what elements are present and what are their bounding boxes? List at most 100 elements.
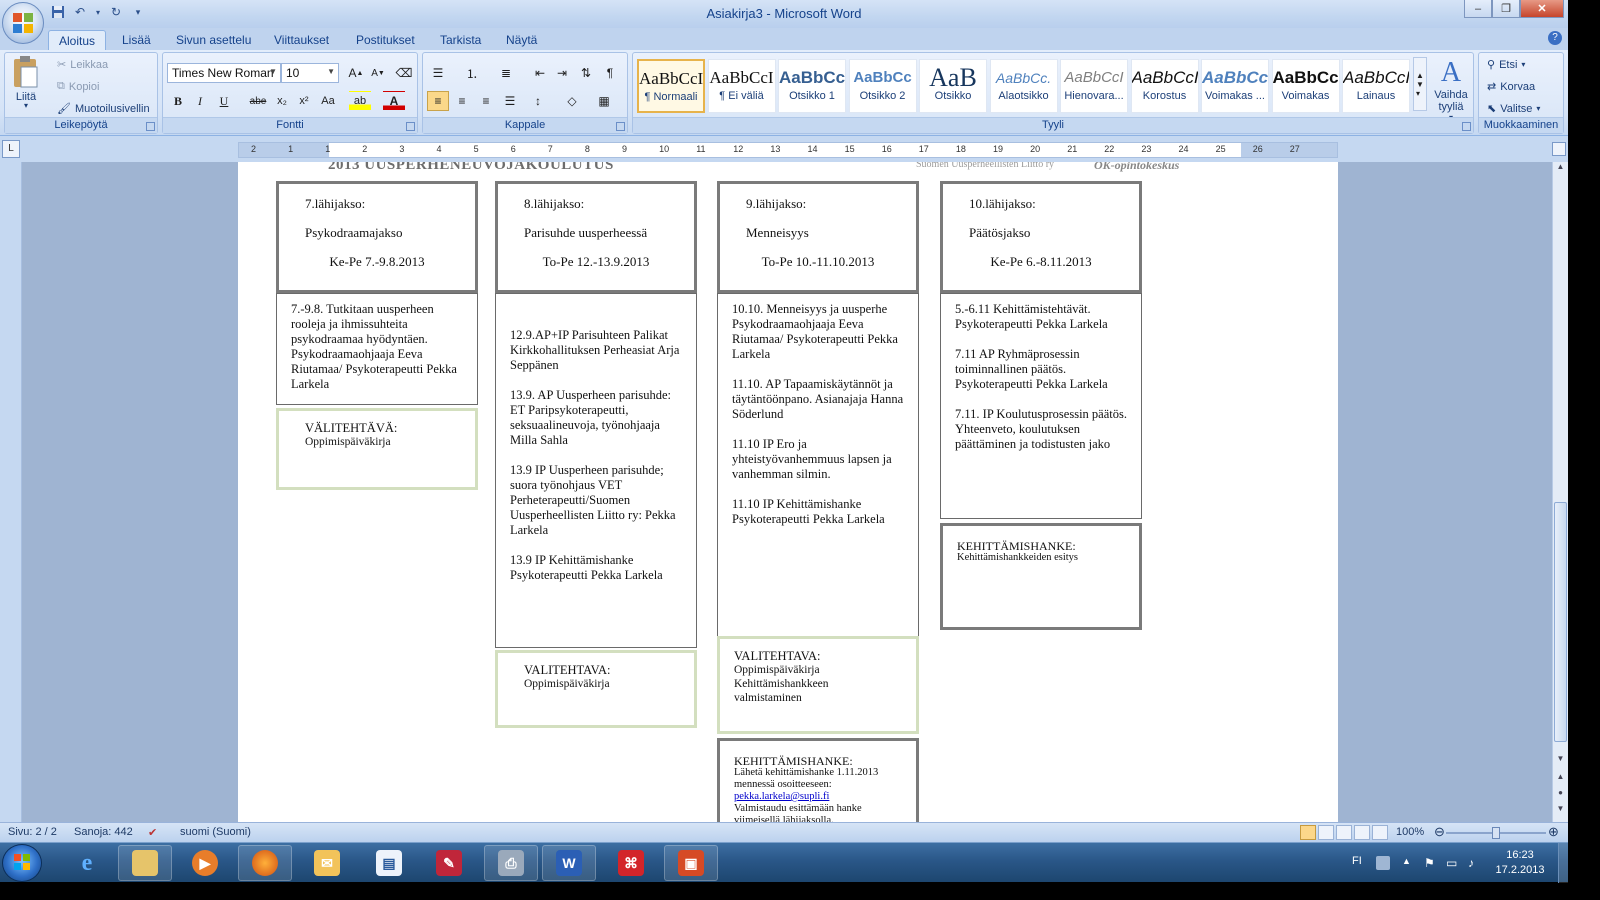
office-button[interactable]	[2, 2, 44, 44]
view-ruler-icon[interactable]	[1552, 142, 1566, 156]
style-item[interactable]: AaBbCcI ¶ Normaali	[637, 59, 705, 113]
style-item[interactable]: AaBbCcI Hienovara...	[1060, 59, 1128, 113]
maximize-button[interactable]: ❐	[1492, 0, 1520, 18]
underline-button[interactable]: U	[213, 91, 235, 111]
word-count[interactable]: Sanoja: 442	[74, 826, 133, 838]
tab-sivun-asettelu[interactable]: Sivun asettelu	[166, 30, 261, 50]
pdf-reader-taskbar-item[interactable]: ⌘	[604, 845, 658, 881]
network-icon[interactable]: ▭	[1446, 856, 1460, 870]
horizontal-ruler[interactable]: 2 1 1 2 3 4 5 6 7 8 9 10 11 12 13 14 15 16 17 18 19 20 21 22 23 2…	[238, 142, 1338, 158]
draft-icon[interactable]	[1372, 825, 1388, 840]
full-screen-reading-icon[interactable]	[1318, 825, 1334, 840]
font-launcher-icon[interactable]	[406, 122, 415, 131]
tab-nayta[interactable]: Näytä	[496, 30, 547, 50]
format-painter-button[interactable]: 🖌 Muotoilusivellin	[57, 102, 150, 116]
style-item[interactable]: AaBbCcI ¶ Ei väliä	[707, 59, 776, 113]
start-button[interactable]	[2, 844, 42, 882]
clear-formatting-icon[interactable]: ⌫	[393, 63, 415, 83]
clipboard-launcher-icon[interactable]	[146, 122, 155, 131]
language-indicator[interactable]: suomi (Suomi)	[180, 826, 251, 838]
print-layout-icon[interactable]	[1300, 825, 1316, 840]
previous-page-icon[interactable]: ▲	[1553, 772, 1568, 786]
decrease-indent-icon[interactable]: ⇤	[529, 63, 551, 83]
close-button[interactable]: ✕	[1520, 0, 1564, 18]
font-size-combo[interactable]: 10 ▼	[281, 63, 339, 83]
cut-button[interactable]: ✂ Leikkaa	[57, 58, 108, 72]
outlook-taskbar-item[interactable]: ✉	[300, 845, 354, 881]
show-marks-icon[interactable]: ¶	[599, 63, 621, 83]
font-name-combo[interactable]: Times New Roman ▼	[167, 63, 281, 83]
proofing-icon[interactable]: ✔	[148, 826, 157, 839]
acrobat-taskbar-item[interactable]: ✎	[422, 845, 476, 881]
tab-aloitus[interactable]: Aloitus	[48, 30, 107, 50]
keyboard-icon[interactable]	[1376, 856, 1390, 870]
font-color-button[interactable]: A	[383, 91, 405, 111]
numbering-icon[interactable]: ⒈	[461, 63, 483, 83]
bullets-icon[interactable]: ☰	[427, 63, 449, 83]
document-page[interactable]: 2013 UUSPERHENEUVOJAKOULUTUS Suomen Uusp…	[238, 162, 1338, 822]
publisher-taskbar-item[interactable]: ▤	[362, 845, 416, 881]
volume-icon[interactable]: ♪	[1468, 856, 1482, 870]
style-item[interactable]: AaBbCcI Korostus	[1130, 59, 1199, 113]
justify-icon[interactable]: ☰	[499, 91, 521, 111]
style-item[interactable]: AaBbCc Voimakas	[1271, 59, 1340, 113]
tab-lisaa[interactable]: Lisää	[112, 30, 161, 50]
tab-viittaukset[interactable]: Viittaukset	[264, 30, 339, 50]
scroll-up-icon[interactable]: ▲	[1553, 162, 1568, 176]
email-link[interactable]: pekka.larkela@supli.fi	[734, 791, 908, 803]
shrink-font-button[interactable]: A ▼	[367, 63, 389, 83]
scanner-taskbar-item[interactable]: ⎙	[484, 845, 538, 881]
zoom-level[interactable]: 100%	[1396, 826, 1424, 838]
minimize-button[interactable]: –	[1464, 0, 1492, 18]
line-spacing-icon[interactable]: ↕	[527, 91, 549, 111]
firefox-taskbar-item[interactable]	[238, 845, 292, 881]
vertical-scrollbar[interactable]: ▲ ▼ ▲ ● ▼	[1552, 162, 1568, 822]
multilevel-list-icon[interactable]: ≣	[495, 63, 517, 83]
presentation-taskbar-item[interactable]: ▣	[664, 845, 718, 881]
clock[interactable]: 16:23 17.2.2013	[1490, 848, 1550, 878]
shading-icon[interactable]: ◇	[561, 91, 583, 111]
italic-button[interactable]: I	[189, 91, 211, 111]
grow-font-button[interactable]: A ▲	[345, 63, 367, 83]
page-count[interactable]: Sivu: 2 / 2	[8, 826, 57, 838]
zoom-slider-knob[interactable]	[1492, 827, 1500, 839]
bold-button[interactable]: B	[167, 91, 189, 111]
change-case-button[interactable]: Aa	[317, 91, 339, 111]
paste-dropdown-icon[interactable]: ▾	[24, 101, 28, 110]
style-item[interactable]: AaBbCc. Alaotsikko	[989, 59, 1058, 113]
subscript-button[interactable]: x₂	[271, 91, 293, 111]
style-item[interactable]: AaBbCcI Lainaus	[1342, 59, 1410, 113]
next-page-icon[interactable]: ▼	[1553, 804, 1568, 818]
word-taskbar-item[interactable]: W	[542, 845, 596, 881]
paragraph-launcher-icon[interactable]	[616, 122, 625, 131]
scroll-down-icon[interactable]: ▼	[1553, 754, 1568, 768]
copy-button[interactable]: ⧉ Kopioi	[57, 80, 99, 93]
browse-object-icon[interactable]: ●	[1553, 788, 1568, 802]
keyboard-language[interactable]: FI	[1352, 855, 1362, 867]
zoom-out-icon[interactable]: ⊖	[1434, 824, 1445, 840]
styles-launcher-icon[interactable]	[1462, 122, 1471, 131]
internet-explorer-taskbar-item[interactable]: e	[60, 845, 114, 881]
zoom-in-icon[interactable]: ⊕	[1548, 824, 1559, 840]
style-item[interactable]: AaBbCcI Voimakas ...	[1201, 59, 1269, 113]
media-player-taskbar-item[interactable]: ▶	[178, 845, 232, 881]
show-desktop-button[interactable]	[1558, 843, 1568, 883]
find-button[interactable]: ⚲ Etsi ▾	[1487, 58, 1525, 72]
paste-button[interactable]: Liitä ▾	[11, 55, 41, 110]
web-layout-icon[interactable]	[1336, 825, 1352, 840]
tab-tarkista[interactable]: Tarkista	[430, 30, 491, 50]
action-center-flag-icon[interactable]: ⚑	[1424, 856, 1438, 870]
replace-button[interactable]: ⇄ Korvaa	[1487, 80, 1535, 94]
show-hidden-icons-icon[interactable]: ▲	[1402, 856, 1416, 870]
help-icon[interactable]: ?	[1548, 31, 1562, 45]
explorer-taskbar-item[interactable]	[118, 845, 172, 881]
highlight-button[interactable]: ab	[349, 91, 371, 111]
style-item[interactable]: AaBbCc Otsikko 2	[848, 59, 917, 113]
style-item[interactable]: AaBbCc Otsikko 1	[778, 59, 846, 113]
scrollbar-thumb[interactable]	[1554, 502, 1567, 742]
change-styles-button[interactable]: A Vaihda tyyliä ▾	[1431, 57, 1471, 122]
vertical-ruler[interactable]	[0, 162, 22, 822]
style-item[interactable]: AaB Otsikko	[919, 59, 987, 113]
select-button[interactable]: ⬉ Valitse ▾	[1487, 102, 1540, 116]
outline-icon[interactable]	[1354, 825, 1370, 840]
